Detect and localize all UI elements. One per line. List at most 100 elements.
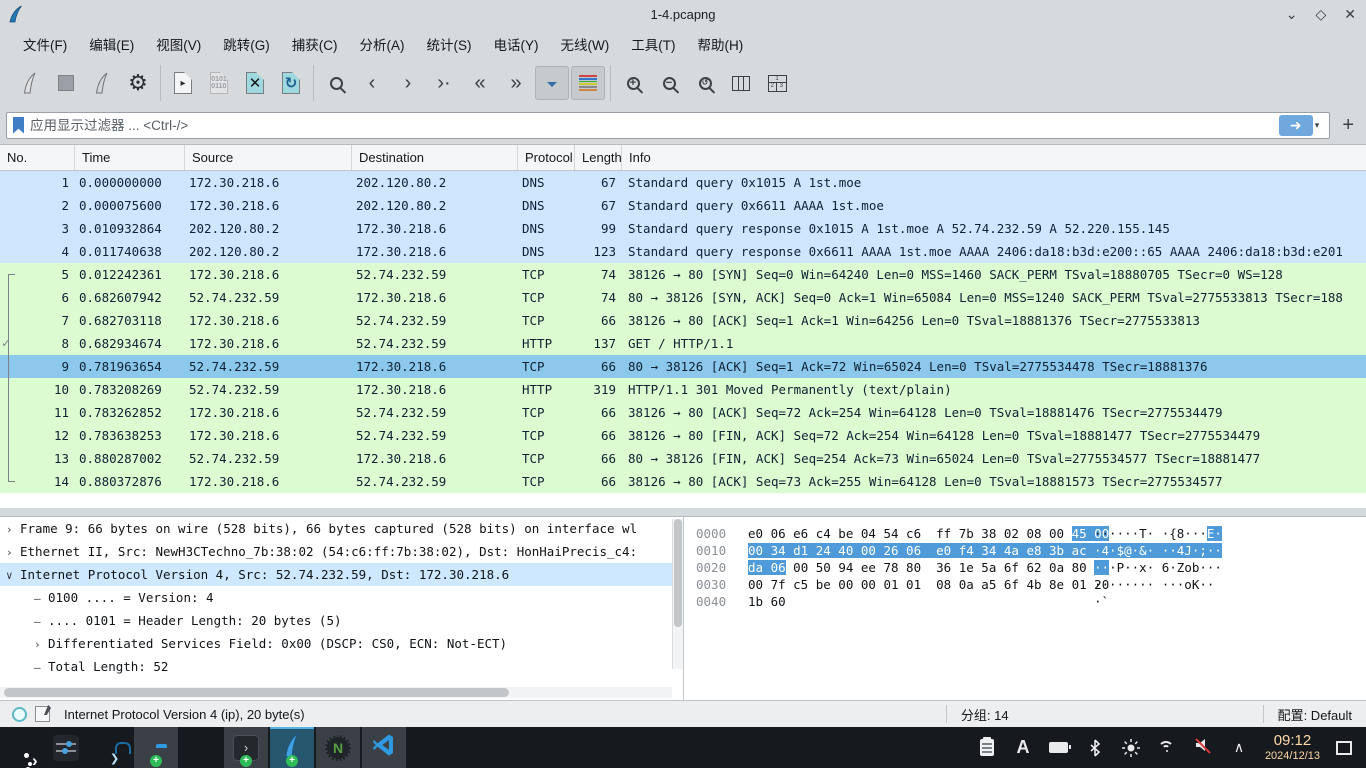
- taskbar-clock[interactable]: 09:12 2024/12/13: [1265, 733, 1320, 762]
- hex-line-0030[interactable]: 003000 7f c5 be 00 00 01 01 08 0a a5 6f …: [684, 576, 1366, 593]
- last-packet-icon[interactable]: »: [499, 66, 533, 100]
- hex-line-0010[interactable]: 001000 34 d1 24 40 00 26 06 e0 f4 34 4a …: [684, 542, 1366, 559]
- show-desktop-icon[interactable]: [1336, 741, 1352, 755]
- packet-row-5[interactable]: 50.012242361172.30.218.652.74.232.59TCP7…: [0, 263, 1366, 286]
- menu-item-7[interactable]: 电话(Y): [483, 28, 550, 60]
- taskbar-system-settings[interactable]: [44, 727, 88, 768]
- detail-line-5[interactable]: ›Differentiated Services Field: 0x00 (DS…: [0, 632, 683, 655]
- column-header-length[interactable]: Length: [575, 145, 622, 170]
- packet-row-6[interactable]: 60.68260794252.74.232.59172.30.218.6TCP7…: [0, 286, 1366, 309]
- packet-row-10[interactable]: 100.78320826952.74.232.59172.30.218.6HTT…: [0, 378, 1366, 401]
- layout-icon[interactable]: 123: [760, 66, 794, 100]
- detail-line-6[interactable]: –Total Length: 52: [0, 655, 683, 678]
- menu-item-4[interactable]: 捕获(C): [281, 28, 349, 60]
- expander-icon[interactable]: ›: [6, 518, 20, 541]
- hex-line-0040[interactable]: 00401b 60·`: [684, 593, 1366, 610]
- column-header-destination[interactable]: Destination: [352, 145, 518, 170]
- menu-item-1[interactable]: 编辑(E): [78, 28, 145, 60]
- first-packet-icon[interactable]: «: [463, 66, 497, 100]
- expand-tray-icon[interactable]: ∧: [1229, 738, 1249, 758]
- menu-item-8[interactable]: 无线(W): [550, 28, 621, 60]
- column-header-time[interactable]: Time: [75, 145, 185, 170]
- brightness-icon[interactable]: [1121, 738, 1141, 758]
- taskbar-wireshark[interactable]: +: [270, 727, 314, 768]
- go-forward-icon[interactable]: ›: [391, 66, 425, 100]
- detail-line-3[interactable]: –0100 .... = Version: 4: [0, 586, 683, 609]
- battery-icon[interactable]: [1049, 738, 1069, 758]
- packet-row-11[interactable]: 110.783262852172.30.218.652.74.232.59TCP…: [0, 401, 1366, 424]
- add-filter-button[interactable]: +: [1336, 114, 1360, 137]
- taskbar-firefox[interactable]: [178, 727, 222, 768]
- packet-row-13[interactable]: 130.88028700252.74.232.59172.30.218.6TCP…: [0, 447, 1366, 470]
- taskbar-discover[interactable]: [88, 727, 132, 768]
- packet-row-2[interactable]: 20.000075600172.30.218.6202.120.80.2DNS6…: [0, 194, 1366, 217]
- find-packet-icon[interactable]: [319, 66, 353, 100]
- volume-muted-icon[interactable]: [1193, 738, 1213, 758]
- detail-line-0[interactable]: ›Frame 9: 66 bytes on wire (528 bits), 6…: [0, 517, 683, 540]
- keyboard-layout-icon[interactable]: A: [1013, 738, 1033, 758]
- go-back-icon[interactable]: ‹: [355, 66, 389, 100]
- minimize-button[interactable]: ⌄: [1286, 6, 1298, 23]
- capture-comment-icon[interactable]: [35, 706, 50, 722]
- column-header-info[interactable]: Info: [622, 145, 1366, 170]
- taskbar-app-launcher[interactable]: ›: [0, 727, 44, 768]
- expander-icon[interactable]: ›: [6, 541, 20, 564]
- detail-horizontal-scrollbar[interactable]: [0, 687, 672, 698]
- packet-row-4[interactable]: 40.011740638202.120.80.2172.30.218.6DNS1…: [0, 240, 1366, 263]
- taskbar-vscode[interactable]: [362, 727, 406, 768]
- close-file-icon[interactable]: ✕: [238, 66, 272, 100]
- taskbar-neovim[interactable]: N: [316, 727, 360, 768]
- detail-line-1[interactable]: ›Ethernet II, Src: NewH3CTechno_7b:38:02…: [0, 540, 683, 563]
- close-button[interactable]: ✕: [1344, 6, 1356, 23]
- detail-line-4[interactable]: –.... 0101 = Header Length: 20 bytes (5): [0, 609, 683, 632]
- packet-row-9[interactable]: 90.78196365452.74.232.59172.30.218.6TCP6…: [0, 355, 1366, 378]
- menu-item-2[interactable]: 视图(V): [145, 28, 212, 60]
- expert-info-icon[interactable]: [12, 707, 27, 722]
- menu-item-0[interactable]: 文件(F): [12, 28, 78, 60]
- filter-dropdown-icon[interactable]: ▾: [1315, 120, 1320, 131]
- menu-item-3[interactable]: 跳转(G): [212, 28, 281, 60]
- expander-icon[interactable]: ∨: [6, 564, 20, 587]
- packet-row-1[interactable]: 10.000000000172.30.218.6202.120.80.2DNS6…: [0, 171, 1366, 194]
- hex-line-0000[interactable]: 0000e0 06 e6 c4 be 04 54 c6 ff 7b 38 02 …: [684, 525, 1366, 542]
- taskbar-file-manager[interactable]: +: [134, 727, 178, 768]
- taskbar-terminal[interactable]: ›+: [224, 727, 268, 768]
- capture-options-icon[interactable]: ⚙: [121, 66, 155, 100]
- clipboard-icon[interactable]: [977, 738, 997, 758]
- expander-icon[interactable]: ›: [34, 633, 48, 656]
- reload-file-icon[interactable]: ↻: [274, 66, 308, 100]
- bluetooth-icon[interactable]: [1085, 738, 1105, 758]
- column-header-protocol[interactable]: Protocol: [518, 145, 575, 170]
- packet-row-12[interactable]: 120.783638253172.30.218.652.74.232.59TCP…: [0, 424, 1366, 447]
- hex-line-0020[interactable]: 0020da 06 00 50 94 ee 78 80 36 1e 5a 6f …: [684, 559, 1366, 576]
- menu-item-5[interactable]: 分析(A): [349, 28, 416, 60]
- zoom-in-icon[interactable]: +: [616, 66, 650, 100]
- open-file-icon[interactable]: ▸: [166, 66, 200, 100]
- packet-row-3[interactable]: 30.010932864202.120.80.2172.30.218.6DNS9…: [0, 217, 1366, 240]
- apply-filter-button[interactable]: ➜: [1279, 115, 1313, 136]
- column-header-source[interactable]: Source: [185, 145, 352, 170]
- packet-row-8[interactable]: 80.682934674172.30.218.652.74.232.59HTTP…: [0, 332, 1366, 355]
- packet-row-7[interactable]: 70.682703118172.30.218.652.74.232.59TCP6…: [0, 309, 1366, 332]
- detail-vertical-scrollbar[interactable]: [672, 519, 683, 669]
- detail-line-2[interactable]: ∨Internet Protocol Version 4, Src: 52.74…: [0, 563, 683, 586]
- display-filter-box[interactable]: ➜ ▾: [6, 112, 1330, 139]
- resize-columns-icon[interactable]: [724, 66, 758, 100]
- display-filter-input[interactable]: [30, 118, 1279, 133]
- zoom-reset-icon[interactable]: ↺: [688, 66, 722, 100]
- wifi-icon[interactable]: [1157, 738, 1177, 758]
- zoom-out-icon[interactable]: −: [652, 66, 686, 100]
- menu-item-9[interactable]: 工具(T): [620, 28, 686, 60]
- maximize-button[interactable]: ◇: [1315, 6, 1326, 23]
- menu-item-10[interactable]: 帮助(H): [686, 28, 754, 60]
- go-to-packet-icon[interactable]: ›·: [427, 66, 461, 100]
- column-header-no[interactable]: No.: [0, 145, 75, 170]
- menu-item-6[interactable]: 统计(S): [416, 28, 483, 60]
- related-packet-mark: [8, 401, 18, 424]
- pane-splitter[interactable]: [0, 508, 1366, 516]
- colorize-icon[interactable]: [571, 66, 605, 100]
- packet-row-14[interactable]: 140.880372876172.30.218.652.74.232.59TCP…: [0, 470, 1366, 493]
- auto-scroll-icon[interactable]: [535, 66, 569, 100]
- status-profile[interactable]: 配置: Default: [1278, 705, 1366, 724]
- filter-bookmark-icon[interactable]: [13, 117, 24, 134]
